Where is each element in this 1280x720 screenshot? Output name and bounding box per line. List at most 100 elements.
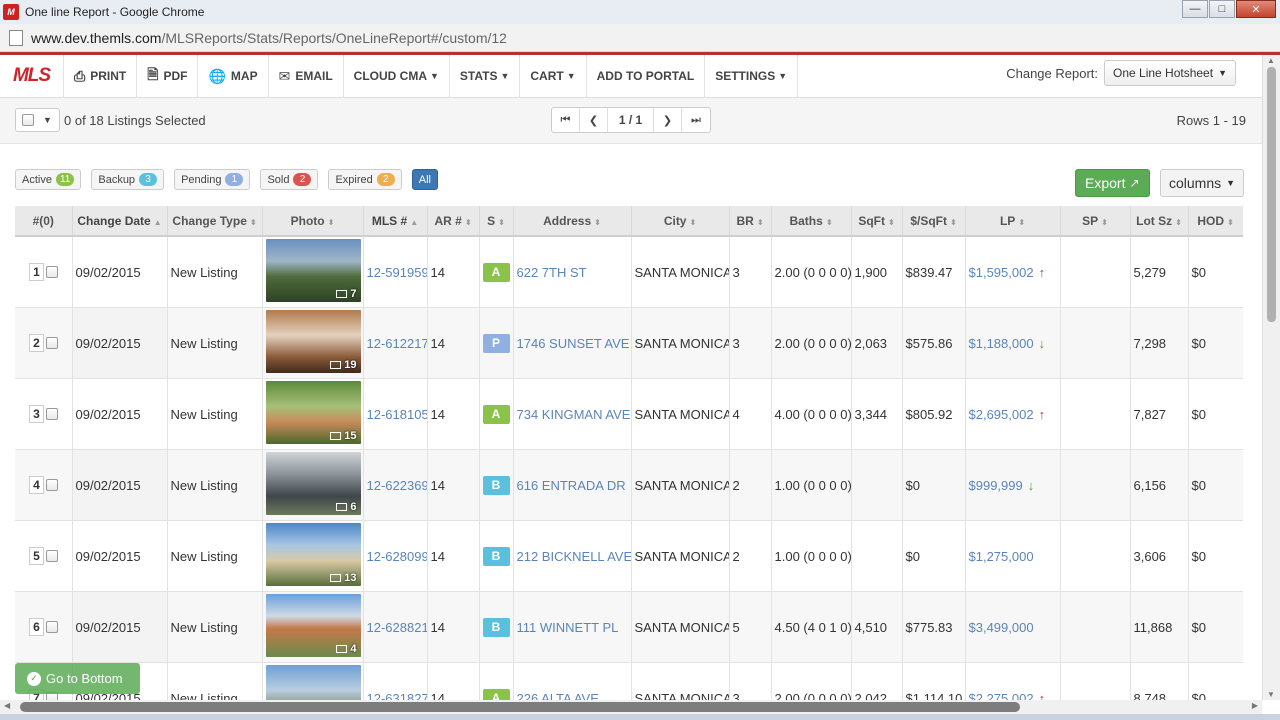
prev-page-button[interactable]: ❮ xyxy=(580,108,608,132)
sqft-cell: 3,344 xyxy=(851,378,903,450)
listing-photo[interactable]: 13 xyxy=(265,523,361,586)
listing-photo[interactable]: 24 xyxy=(265,665,361,702)
list-price-link[interactable]: $3,499,000 xyxy=(969,620,1034,635)
column-header[interactable]: AR # ⬍ xyxy=(427,206,480,237)
column-header[interactable]: #(0) xyxy=(15,206,73,237)
listing-photo[interactable]: 6 xyxy=(265,452,361,515)
column-header[interactable]: SqFt ⬍ xyxy=(851,206,903,237)
listing-photo[interactable]: 4 xyxy=(265,594,361,657)
table-row[interactable]: 2 09/02/2015 New Listing 19 12-612217 14 P 1746… xyxy=(15,307,1243,379)
vertical-scrollbar[interactable]: ▲ ▼ xyxy=(1262,55,1280,700)
listing-photo[interactable]: 19 xyxy=(265,310,361,373)
list-price-link[interactable]: $1,275,000 xyxy=(969,549,1034,564)
column-header[interactable]: S ⬍ xyxy=(479,206,514,237)
brand-logo[interactable]: MLS xyxy=(0,54,64,98)
mls-number-link[interactable]: 12-622369 xyxy=(367,478,427,493)
mls-number-link[interactable]: 12-612217 xyxy=(367,336,427,351)
cart-menu[interactable]: CART ▼ xyxy=(520,54,587,98)
scroll-left-arrow-icon[interactable]: ◀ xyxy=(4,701,10,710)
column-header[interactable]: City ⬍ xyxy=(631,206,730,237)
column-header[interactable]: LP ⬍ xyxy=(965,206,1061,237)
mls-number-link[interactable]: 12-618105 xyxy=(367,407,427,422)
filter-expired[interactable]: Expired 2 xyxy=(328,169,402,190)
add-to-portal-button[interactable]: ADD TO PORTAL xyxy=(587,54,706,98)
column-header[interactable]: BR ⬍ xyxy=(729,206,772,237)
scroll-down-arrow-icon[interactable]: ▼ xyxy=(1267,690,1275,699)
next-page-button[interactable]: ❯ xyxy=(654,108,682,132)
go-to-bottom-button[interactable]: ✓ Go to Bottom xyxy=(15,663,140,694)
list-price-link[interactable]: $1,595,002 xyxy=(969,265,1034,280)
lot-size-cell: 7,298 xyxy=(1130,307,1189,379)
change-report-select[interactable]: One Line Hotsheet ▼ xyxy=(1104,60,1236,86)
ar-number-cell: 14 xyxy=(427,307,480,379)
filter-backup[interactable]: Backup 3 xyxy=(91,169,165,190)
last-page-button[interactable]: ⏭ xyxy=(682,108,710,132)
row-checkbox[interactable] xyxy=(46,621,58,633)
horizontal-scrollbar[interactable]: ◀ ▶ xyxy=(0,700,1262,714)
table-row[interactable]: 709/02/2015New Listing2412-63182714A226 … xyxy=(15,662,1243,702)
mls-number-link[interactable]: 12-628099 xyxy=(367,549,427,564)
select-all-dropdown[interactable]: ▼ xyxy=(15,108,60,132)
filter-all[interactable]: All xyxy=(411,169,438,190)
column-header[interactable]: Photo ⬍ xyxy=(262,206,364,237)
table-row[interactable]: 5 09/02/2015 New Listing 13 12-628099 14 B 212 … xyxy=(15,520,1243,592)
minimize-button[interactable]: — xyxy=(1182,0,1208,18)
print-button[interactable]: ⎙ PRINT xyxy=(64,54,138,98)
column-header[interactable]: HOD ⬍ xyxy=(1188,206,1243,237)
column-header[interactable]: Change Date ▲ xyxy=(72,206,168,237)
address-link[interactable]: 111 WINNETT PL xyxy=(517,620,619,635)
address-link[interactable]: 622 7TH ST xyxy=(517,265,587,280)
columns-button[interactable]: columns ▼ xyxy=(1160,169,1245,197)
cloud-cma-menu[interactable]: CLOUD CMA ▼ xyxy=(344,54,450,98)
export-button[interactable]: Export ↗ xyxy=(1075,169,1150,197)
table-row[interactable]: 3 09/02/2015 New Listing 15 12-618105 14 A 734 … xyxy=(15,378,1243,450)
address-link[interactable]: 734 KINGMAN AVE xyxy=(517,407,631,422)
column-header[interactable]: Baths ⬍ xyxy=(771,206,852,237)
table-row[interactable]: 1 09/02/2015 New Listing 7 12-591959 14 A 622 7… xyxy=(15,236,1243,308)
column-header[interactable]: SP ⬍ xyxy=(1060,206,1131,237)
row-checkbox[interactable] xyxy=(46,337,58,349)
row-checkbox[interactable] xyxy=(46,479,58,491)
row-checkbox[interactable] xyxy=(46,408,58,420)
filter-active[interactable]: Active 11 xyxy=(15,169,82,190)
pdf-button[interactable]: 🗎 PDF xyxy=(137,54,199,98)
scroll-right-arrow-icon[interactable]: ▶ xyxy=(1252,701,1258,710)
listing-photo[interactable]: 15 xyxy=(265,381,361,444)
close-window-button[interactable]: ✕ xyxy=(1236,0,1276,18)
table-row[interactable]: 6 09/02/2015 New Listing 4 12-628821 14 B 111 W… xyxy=(15,591,1243,663)
sort-icon: ⬍ xyxy=(756,217,764,227)
address-bar[interactable]: www.dev.themls.com/MLSReports/Stats/Repo… xyxy=(0,24,1280,52)
list-price-link[interactable]: $1,188,000 xyxy=(969,336,1034,351)
vertical-scroll-thumb[interactable] xyxy=(1267,67,1276,322)
pager-row: ▼ 0 of 18 Listings Selected ⏮ ❮ 1 / 1 ❯ … xyxy=(0,98,1262,144)
stats-menu[interactable]: STATS ▼ xyxy=(450,54,521,98)
mls-number-link[interactable]: 12-591959 xyxy=(367,265,427,280)
address-link[interactable]: 1746 SUNSET AVE xyxy=(517,336,630,351)
horizontal-scroll-thumb[interactable] xyxy=(20,702,1020,712)
column-header[interactable]: Lot Sz ⬍ xyxy=(1130,206,1189,237)
url-text[interactable]: www.dev.themls.com/MLSReports/Stats/Repo… xyxy=(31,30,507,46)
column-header[interactable]: $/SqFt ⬍ xyxy=(902,206,966,237)
list-price-link[interactable]: $2,695,002 xyxy=(969,407,1034,422)
filter-pending[interactable]: Pending 1 xyxy=(174,169,251,190)
scroll-up-arrow-icon[interactable]: ▲ xyxy=(1267,56,1275,65)
select-all-checkbox[interactable] xyxy=(22,114,34,126)
email-button[interactable]: ✉ EMAIL xyxy=(269,54,344,98)
maximize-button[interactable]: □ xyxy=(1209,0,1235,18)
address-link[interactable]: 212 BICKNELL AVE xyxy=(517,549,631,564)
row-checkbox[interactable] xyxy=(46,266,58,278)
first-page-button[interactable]: ⏮ xyxy=(552,108,580,132)
mls-number-link[interactable]: 12-628821 xyxy=(367,620,427,635)
map-button[interactable]: 🌐 MAP xyxy=(198,54,269,98)
listing-photo[interactable]: 7 xyxy=(265,239,361,302)
status-badge: B xyxy=(482,475,510,495)
table-row[interactable]: 4 09/02/2015 New Listing 6 12-622369 14 B 616 E… xyxy=(15,449,1243,521)
column-header[interactable]: MLS # ▲ xyxy=(363,206,428,237)
list-price-link[interactable]: $999,999 xyxy=(969,478,1023,493)
address-link[interactable]: 616 ENTRADA DR xyxy=(517,478,626,493)
column-header[interactable]: Address ⬍ xyxy=(513,206,632,237)
column-header[interactable]: Change Type ⬍ xyxy=(167,206,263,237)
settings-menu[interactable]: SETTINGS ▼ xyxy=(705,54,799,98)
row-checkbox[interactable] xyxy=(46,550,58,562)
filter-sold[interactable]: Sold 2 xyxy=(260,169,319,190)
